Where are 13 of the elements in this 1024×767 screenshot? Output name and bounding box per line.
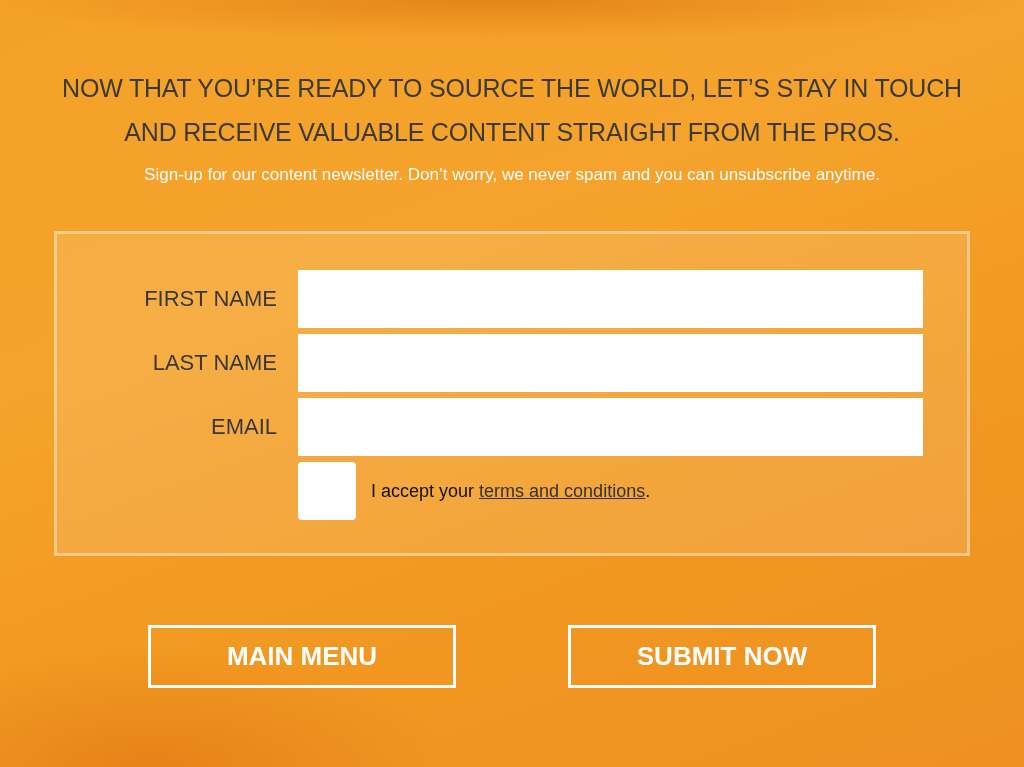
field-label: FIRST NAME: [143, 286, 277, 312]
terms-link[interactable]: terms and conditions: [479, 480, 646, 501]
field-label: LAST NAME: [151, 350, 277, 376]
text-input-field[interactable]: [298, 270, 923, 328]
consent-checkbox[interactable]: [298, 462, 356, 520]
newsletter-heading: NOW THAT YOU’RE READY TO SOURCE THE WORLD, LET’S STAY IN TOUCH AND RECEIVE VALUABLE CONTENT STRAIGHT FROM THE PROS.: [61, 73, 963, 148]
outline-button[interactable]: SUBMIT NOW: [568, 625, 876, 688]
newsletter-subheading: Sign-up for our content newsletter. Don’t worry, we never spam and you can unsubscribe anytime.: [144, 164, 880, 186]
text-input-field[interactable]: [298, 398, 923, 456]
consent-text: I accept your terms and conditions.: [371, 480, 651, 502]
field-label: EMAIL: [209, 414, 277, 440]
text-input-field[interactable]: [298, 334, 923, 392]
outline-button[interactable]: MAIN MENU: [148, 625, 456, 688]
